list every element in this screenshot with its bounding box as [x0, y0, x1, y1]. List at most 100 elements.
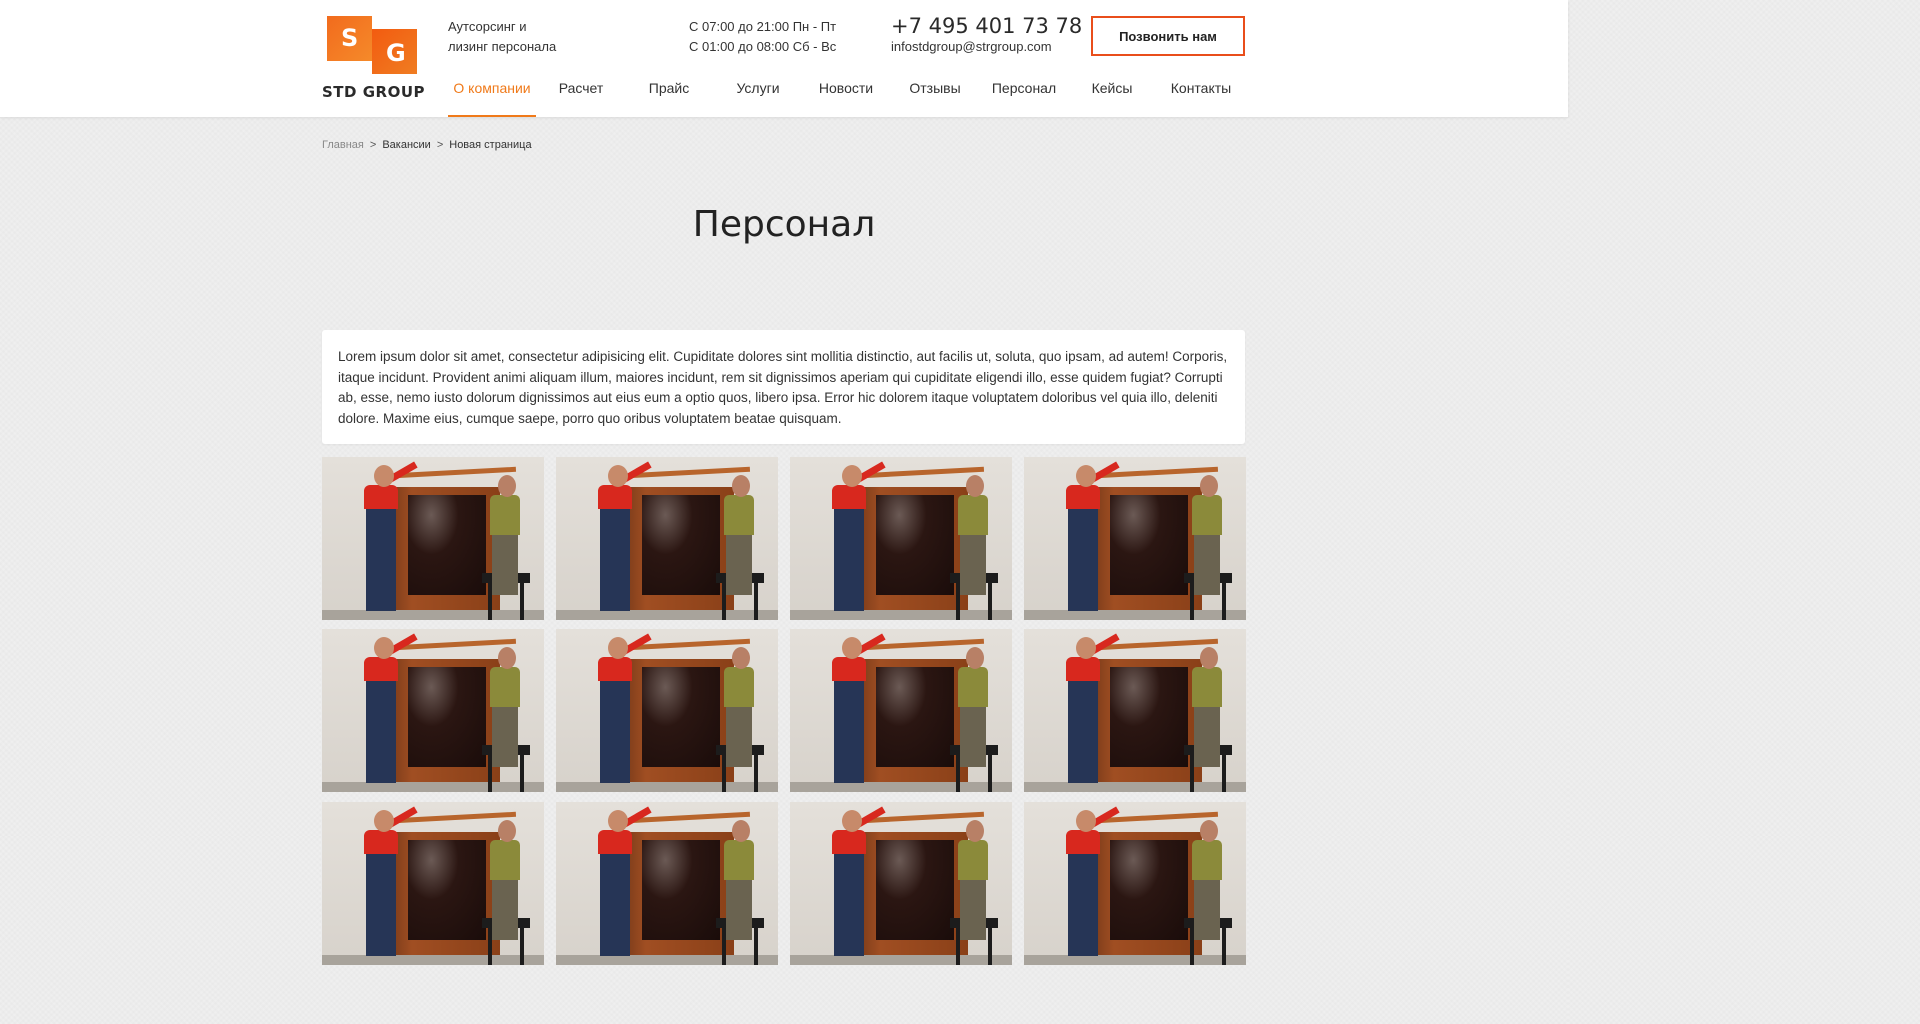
photo-worker1-shirt	[1066, 830, 1100, 854]
photo-worker2-pants	[1194, 878, 1220, 940]
logo[interactable]: S G STD GROUP	[322, 15, 425, 101]
photo-worker2-shirt	[490, 667, 520, 707]
photo-worker2-head	[498, 647, 516, 669]
photo-worker1-shirt	[364, 657, 398, 681]
gallery-photo[interactable]	[322, 802, 544, 965]
nav-item[interactable]: Новости	[802, 70, 890, 117]
photo-cabinet-panel	[876, 667, 954, 767]
photo-worker1-pants	[600, 503, 630, 611]
photo-worker1-head	[1076, 810, 1096, 832]
nav-item[interactable]: Кейсы	[1068, 70, 1156, 117]
tagline: Аутсорсинг и лизинг персонала	[448, 17, 588, 57]
tagline-line-2: лизинг персонала	[448, 39, 557, 54]
photo-worker1-pants	[834, 675, 864, 783]
photo-cabinet-panel	[1110, 667, 1188, 767]
gallery-photo[interactable]	[556, 802, 778, 965]
photo-worker1-pants	[1068, 675, 1098, 783]
photo-cabinet-panel	[642, 667, 720, 767]
nav-item[interactable]: Расчет	[537, 70, 625, 117]
gallery-photo[interactable]	[1024, 457, 1246, 620]
intro-text: Lorem ipsum dolor sit amet, consectetur …	[338, 349, 1228, 426]
breadcrumb-vacancies[interactable]: Вакансии	[382, 139, 431, 151]
photo-worker1-shirt	[598, 830, 632, 854]
photo-worker2-shirt	[1192, 840, 1222, 880]
photo-worker1-pants	[834, 503, 864, 611]
photo-worker1-head	[608, 465, 628, 487]
photo-cabinet-panel	[876, 840, 954, 940]
photo-cabinet-panel	[642, 840, 720, 940]
photo-worker1-head	[608, 637, 628, 659]
gallery-photo[interactable]	[556, 457, 778, 620]
photo-cabinet-panel	[876, 495, 954, 595]
photo-worker1-pants	[600, 848, 630, 956]
gallery-photo[interactable]	[1024, 629, 1246, 792]
photo-worker2-pants	[492, 878, 518, 940]
photo-worker1-head	[842, 637, 862, 659]
photo-worker2-pants	[1194, 533, 1220, 595]
intro-text-card: Lorem ipsum dolor sit amet, consectetur …	[322, 330, 1245, 444]
photo-worker1-shirt	[364, 485, 398, 509]
photo-worker2-head	[498, 475, 516, 497]
photo-worker2-shirt	[1192, 495, 1222, 535]
photo-worker1-pants	[600, 675, 630, 783]
gallery-photo[interactable]	[322, 457, 544, 620]
photo-worker2-shirt	[724, 840, 754, 880]
photo-worker2-head	[732, 475, 750, 497]
contact-block: +7 495 401 73 78 infostdgroup@strgroup.c…	[891, 12, 1082, 54]
breadcrumb-home[interactable]: Главная	[322, 139, 364, 151]
gallery-photo[interactable]	[322, 629, 544, 792]
photo-worker2-shirt	[490, 840, 520, 880]
photo-worker2-pants	[960, 533, 986, 595]
photo-worker2-pants	[492, 533, 518, 595]
photo-worker1-head	[374, 465, 394, 487]
photo-cabinet-panel	[408, 840, 486, 940]
photo-worker1-shirt	[832, 657, 866, 681]
photo-worker2-head	[732, 820, 750, 842]
photo-worker2-head	[1200, 647, 1218, 669]
gallery-photo[interactable]	[790, 457, 1012, 620]
nav-item[interactable]: Отзывы	[891, 70, 979, 117]
photo-worker1-shirt	[598, 485, 632, 509]
breadcrumb-separator: >	[369, 139, 377, 151]
photo-worker2-shirt	[958, 495, 988, 535]
gallery-photo[interactable]	[556, 629, 778, 792]
photo-worker1-head	[842, 465, 862, 487]
gallery-photo[interactable]	[1024, 802, 1246, 965]
nav-item[interactable]: Услуги	[714, 70, 802, 117]
photo-worker2-shirt	[1192, 667, 1222, 707]
breadcrumb-separator: >	[436, 139, 444, 151]
photo-worker1-head	[1076, 637, 1096, 659]
photo-worker1-head	[608, 810, 628, 832]
photo-worker1-shirt	[832, 830, 866, 854]
logo-text: STD GROUP	[322, 83, 425, 101]
photo-worker1-shirt	[598, 657, 632, 681]
call-us-button[interactable]: Позвонить нам	[1091, 16, 1245, 56]
photo-worker2-head	[732, 647, 750, 669]
photo-worker2-shirt	[958, 667, 988, 707]
phone-number[interactable]: +7 495 401 73 78	[891, 12, 1082, 40]
photo-worker2-head	[1200, 820, 1218, 842]
site-header: S G STD GROUP Аутсорсинг и лизинг персон…	[0, 0, 1568, 117]
photo-worker2-pants	[1194, 705, 1220, 767]
page-title: Персонал	[692, 204, 876, 245]
nav-item[interactable]: О компании	[448, 70, 536, 117]
photo-worker1-shirt	[364, 830, 398, 854]
photo-worker2-pants	[726, 878, 752, 940]
photo-worker1-pants	[366, 503, 396, 611]
photo-worker1-pants	[1068, 848, 1098, 956]
photo-worker2-shirt	[490, 495, 520, 535]
photo-worker2-shirt	[724, 667, 754, 707]
nav-item[interactable]: Персонал	[980, 70, 1068, 117]
photo-worker1-head	[374, 810, 394, 832]
nav-item[interactable]: Прайс	[625, 70, 713, 117]
gallery-photo[interactable]	[790, 802, 1012, 965]
breadcrumb: Главная > Вакансии > Новая страница	[322, 139, 532, 151]
email-link[interactable]: infostdgroup@strgroup.com	[891, 40, 1082, 54]
gallery-photo[interactable]	[790, 629, 1012, 792]
photo-worker1-pants	[1068, 503, 1098, 611]
photo-worker2-head	[1200, 475, 1218, 497]
nav-item[interactable]: Контакты	[1157, 70, 1245, 117]
photo-worker1-head	[1076, 465, 1096, 487]
photo-worker1-shirt	[1066, 485, 1100, 509]
photo-worker2-pants	[960, 878, 986, 940]
